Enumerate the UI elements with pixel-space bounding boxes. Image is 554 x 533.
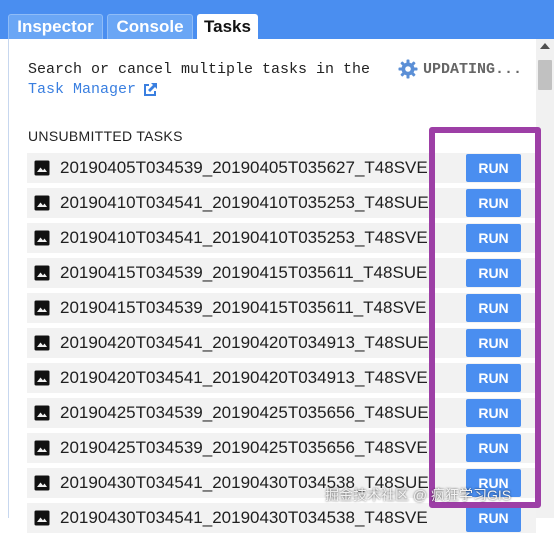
run-button[interactable]: RUN bbox=[466, 434, 521, 462]
task-name: 20190430T034541_20190430T034538_T48SVE bbox=[60, 508, 428, 527]
run-button[interactable]: RUN bbox=[466, 224, 521, 252]
panel-tab-bar: Inspector Console Tasks bbox=[0, 0, 554, 39]
image-icon bbox=[34, 300, 50, 316]
image-icon bbox=[34, 440, 50, 456]
task-name: 20190410T034541_20190410T035253_T48SUE bbox=[60, 193, 429, 212]
image-icon bbox=[34, 230, 50, 246]
task-row: 20190425T034539_20190425T035656_T48SUE RU… bbox=[27, 398, 536, 428]
tab-tasks[interactable]: Tasks bbox=[197, 14, 258, 39]
task-name: 20190425T034539_20190425T035656_T48SVE bbox=[60, 438, 428, 457]
watermark: 掘金技术社区 @ 疯狂学习GIS bbox=[325, 487, 512, 503]
run-button[interactable]: RUN bbox=[466, 294, 521, 322]
run-button[interactable]: RUN bbox=[466, 504, 521, 532]
task-row: 20190430T034541_20190430T034538_T48SVE RU… bbox=[27, 503, 536, 533]
task-name: 20190425T034539_20190425T035656_T48SUE bbox=[60, 403, 429, 422]
image-icon bbox=[34, 335, 50, 351]
image-icon bbox=[34, 510, 50, 526]
tab-inspector[interactable]: Inspector bbox=[8, 14, 103, 39]
image-icon bbox=[34, 405, 50, 421]
run-button[interactable]: RUN bbox=[466, 259, 521, 287]
image-icon bbox=[34, 475, 50, 491]
task-row: 20190420T034541_20190420T034913_T48SVE RU… bbox=[27, 363, 536, 393]
status-updating: UPDATING... bbox=[423, 61, 523, 78]
task-name: 20190410T034541_20190410T035253_T48SVE bbox=[60, 228, 428, 247]
tab-console[interactable]: Console bbox=[107, 14, 193, 39]
task-row: 20190410T034541_20190410T035253_T48SUE RU… bbox=[27, 188, 536, 218]
task-name: 20190415T034539_20190415T035611_T48SVE bbox=[60, 298, 427, 317]
task-row: 20190415T034539_20190415T035611_T48SUE RU… bbox=[27, 258, 536, 288]
section-title: UNSUBMITTED TASKS bbox=[28, 128, 183, 144]
image-icon bbox=[34, 370, 50, 386]
task-row: 20190410T034541_20190410T035253_T48SVE RU… bbox=[27, 223, 536, 253]
task-name: 20190415T034539_20190415T035611_T48SUE bbox=[60, 263, 428, 282]
image-icon bbox=[34, 160, 50, 176]
scrollbar-track[interactable] bbox=[536, 39, 554, 518]
task-row: 20190420T034541_20190420T034913_T48SUE RU… bbox=[27, 328, 536, 358]
task-manager-link[interactable]: Task Manager bbox=[28, 81, 136, 98]
task-row: 20190415T034539_20190415T035611_T48SVE RU… bbox=[27, 293, 536, 323]
task-name: 20190405T034539_20190405T035627_T48SVE bbox=[60, 158, 428, 177]
image-icon bbox=[34, 195, 50, 211]
run-button[interactable]: RUN bbox=[466, 399, 521, 427]
task-row: 20190405T034539_20190405T035627_T48SVE RU… bbox=[27, 153, 536, 183]
run-button[interactable]: RUN bbox=[466, 154, 521, 182]
image-icon bbox=[34, 265, 50, 281]
open-in-new-icon[interactable] bbox=[142, 82, 158, 98]
task-name: 20190420T034541_20190420T034913_T48SUE bbox=[60, 333, 429, 352]
task-row: 20190425T034539_20190425T035656_T48SVE RU… bbox=[27, 433, 536, 463]
gear-icon bbox=[398, 59, 418, 79]
scroll-up-arrow-icon[interactable] bbox=[540, 43, 550, 49]
intro-text: Search or cancel multiple tasks in the bbox=[28, 61, 371, 78]
run-button[interactable]: RUN bbox=[466, 329, 521, 357]
scrollbar-thumb[interactable] bbox=[538, 60, 552, 90]
left-gutter bbox=[0, 39, 8, 518]
run-button[interactable]: RUN bbox=[466, 364, 521, 392]
task-name: 20190420T034541_20190420T034913_T48SVE bbox=[60, 368, 428, 387]
run-button[interactable]: RUN bbox=[466, 189, 521, 217]
